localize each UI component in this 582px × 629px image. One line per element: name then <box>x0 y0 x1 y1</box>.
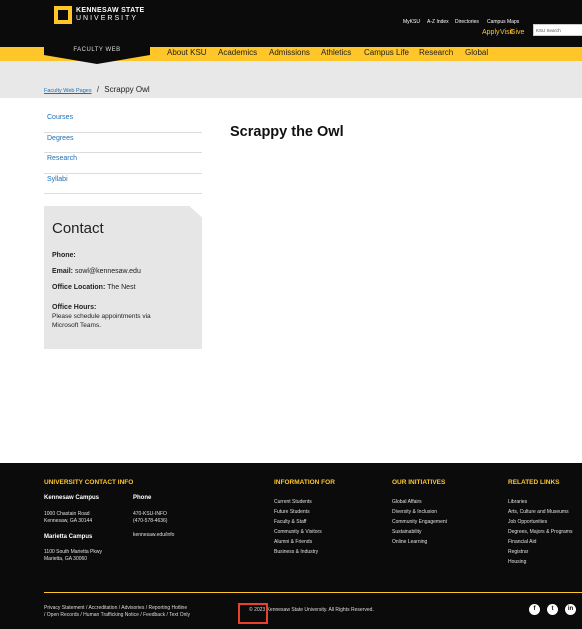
footer-contact-heading: UNIVERSITY CONTACT INFO <box>44 479 134 486</box>
site-label: FACULTY WEB <box>73 47 121 53</box>
email-link[interactable]: sowl@kennesaw.edu <box>75 268 141 275</box>
footer-link-future-students[interactable]: Future Students <box>274 509 322 519</box>
footer-info-heading: INFORMATION FOR <box>274 479 335 486</box>
footer-info-list: Current Students Future Students Faculty… <box>274 499 322 559</box>
email-label: Email: <box>52 268 74 275</box>
footer-link-faculty-staff[interactable]: Faculty & Staff <box>274 519 322 529</box>
util-link-campus-maps[interactable]: Campus Maps <box>487 19 519 25</box>
sidebar-item-research[interactable]: Research <box>44 153 202 174</box>
footer-link-current-students[interactable]: Current Students <box>274 499 322 509</box>
util-link-az-index[interactable]: A-Z Index <box>427 19 449 25</box>
logo-wordmark: KENNESAW STATE <box>76 7 145 14</box>
footer-link-job-opportunities[interactable]: Job Opportunities <box>508 519 572 529</box>
footer-link-business-industry[interactable]: Business & Industry <box>274 549 322 559</box>
footer-link-libraries[interactable]: Libraries <box>508 499 572 509</box>
office-hours-line1: Please schedule appointments via <box>52 313 151 320</box>
nav-campus-life[interactable]: Campus Life <box>364 48 409 57</box>
footer-link-registrar[interactable]: Registrar <box>508 549 572 559</box>
page-title: Scrappy the Owl <box>230 124 344 140</box>
footer-link-community-engagement[interactable]: Community Engagement <box>392 519 447 529</box>
marietta-campus-heading: Marietta Campus <box>44 534 93 540</box>
footer-link-online-learning[interactable]: Online Learning <box>392 539 447 549</box>
ksu-logo-icon <box>54 6 72 24</box>
sidebar-nav: Courses Degrees Research Syllabi <box>44 112 202 194</box>
breadcrumb-separator: / <box>96 85 100 94</box>
contact-card: Contact Phone: Email: sowl@kennesaw.edu … <box>44 206 202 349</box>
breadcrumb: Faculty Web Pages / Scrappy Owl <box>44 85 150 94</box>
footer-link-community-visitors[interactable]: Community & Visitors <box>274 529 322 539</box>
footer-link-housing[interactable]: Housing <box>508 559 572 569</box>
phone-heading: Phone <box>133 495 152 501</box>
give-link[interactable]: Give <box>510 29 524 36</box>
twitter-icon[interactable]: t <box>547 604 558 615</box>
linkedin-icon[interactable]: in <box>565 604 576 615</box>
phone-number[interactable]: 470-KSU-INFO <box>133 511 167 518</box>
marietta-address-line2: Marietta, GA 30060 <box>44 556 88 562</box>
ksu-logo[interactable]: KENNESAW STATE UNIVERSITY FACULTY WEB <box>44 0 150 64</box>
footer-link-diversity-inclusion[interactable]: Diversity & Inclusion <box>392 509 447 519</box>
footer-initiatives-list: Global Affairs Diversity & Inclusion Com… <box>392 499 447 549</box>
nav-global[interactable]: Global <box>465 48 488 57</box>
kennesaw-address-line1: 1000 Chastain Road <box>44 511 90 517</box>
footer-link-global-affairs[interactable]: Global Affairs <box>392 499 447 509</box>
footer-link-degrees-majors[interactable]: Degrees, Majors & Programs <box>508 529 572 539</box>
kennesaw-campus-heading: Kennesaw Campus <box>44 495 100 501</box>
phone-label: Phone: <box>52 252 76 259</box>
office-location-value: The Nest <box>107 284 136 291</box>
info-website-link[interactable]: kennesaw.edu/info <box>133 532 174 539</box>
footer-link-alumni-friends[interactable]: Alumni & Friends <box>274 539 322 549</box>
marietta-address-line1: 1100 South Marietta Pkwy <box>44 549 102 555</box>
util-link-myksu[interactable]: MyKSU <box>403 19 420 25</box>
nav-athletics[interactable]: Athletics <box>321 48 351 57</box>
util-link-directories[interactable]: Directories <box>455 19 479 25</box>
apply-link[interactable]: Apply <box>482 29 500 36</box>
nav-about-ksu[interactable]: About KSU <box>167 48 207 57</box>
contact-heading: Contact <box>52 220 104 237</box>
site-footer: UNIVERSITY CONTACT INFO Kennesaw Campus … <box>0 463 582 629</box>
facebook-icon[interactable]: f <box>529 604 540 615</box>
kennesaw-address-line2: Kennesaw, GA 30144 <box>44 518 93 524</box>
sidebar-item-degrees[interactable]: Degrees <box>44 133 202 153</box>
footer-related-heading: RELATED LINKS <box>508 479 560 486</box>
breadcrumb-faculty-web-pages[interactable]: Faculty Web Pages <box>44 88 92 94</box>
footer-legal-line1[interactable]: Privacy Statement / Accreditation / Advi… <box>44 605 190 612</box>
logo-wordmark-sub: UNIVERSITY <box>76 15 139 22</box>
breadcrumb-current: Scrappy Owl <box>104 85 150 94</box>
nav-research[interactable]: Research <box>419 48 453 57</box>
phone-number-digits[interactable]: (470-578-4636) <box>133 518 167 525</box>
office-hours-line2: Microsoft Teams. <box>52 322 102 329</box>
office-location-label: Office Location: <box>52 284 106 291</box>
footer-legal-line2[interactable]: / Open Records / Human Trafficking Notic… <box>44 612 190 619</box>
footer-related-list: Libraries Arts, Culture and Museums Job … <box>508 499 572 569</box>
search-input[interactable]: KSU Search <box>533 24 582 36</box>
footer-initiatives-heading: OUR INITIATIVES <box>392 479 446 486</box>
sidebar-item-syllabi[interactable]: Syllabi <box>44 174 202 194</box>
office-hours-label: Office Hours: <box>52 304 97 311</box>
sidebar-item-courses[interactable]: Courses <box>44 112 202 133</box>
nav-academics[interactable]: Academics <box>218 48 257 57</box>
footer-link-sustainability[interactable]: Sustainability <box>392 529 447 539</box>
highlight-box <box>238 603 268 624</box>
footer-divider <box>44 592 582 593</box>
footer-link-financial-aid[interactable]: Financial Aid <box>508 539 572 549</box>
nav-admissions[interactable]: Admissions <box>269 48 310 57</box>
footer-link-arts-culture[interactable]: Arts, Culture and Museums <box>508 509 572 519</box>
footer-legal-links[interactable]: Privacy Statement / Accreditation / Advi… <box>44 605 190 618</box>
